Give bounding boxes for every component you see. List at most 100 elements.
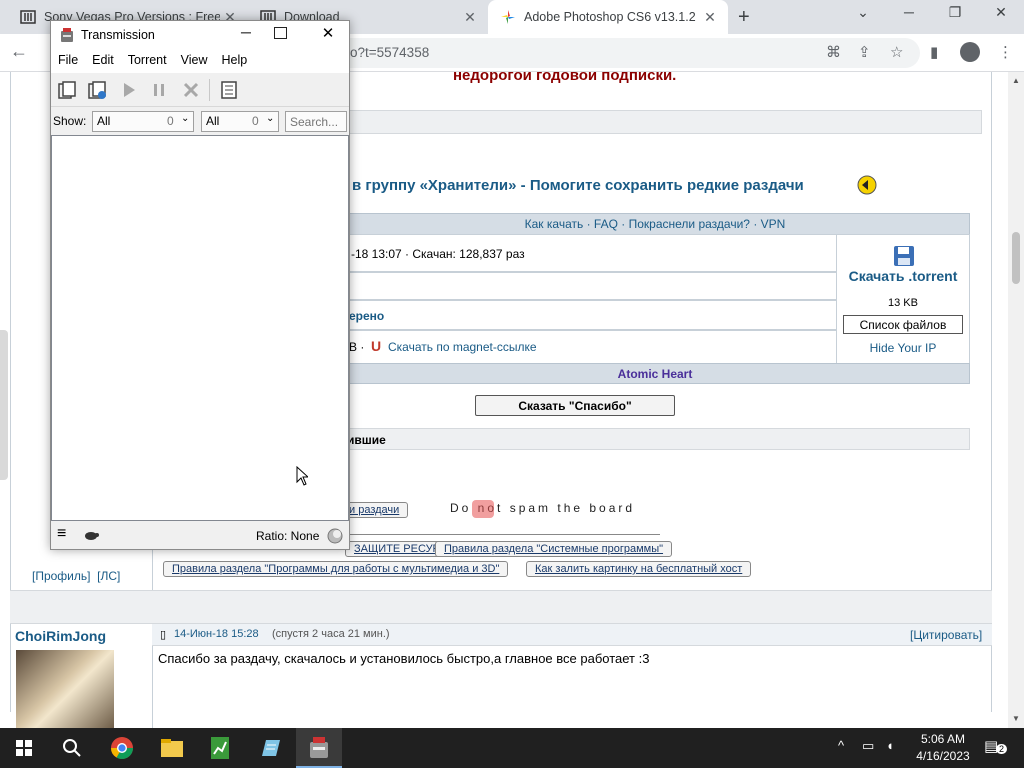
maximize-icon[interactable] bbox=[274, 27, 287, 39]
windows-start-icon[interactable] bbox=[10, 734, 38, 762]
divider bbox=[340, 534, 660, 535]
transmission-logo-icon bbox=[61, 28, 73, 42]
red-torrents-link[interactable]: Покраснели раздачи? bbox=[629, 217, 750, 231]
magnet-icon: U bbox=[371, 338, 382, 354]
scrollbar-thumb[interactable] bbox=[1012, 232, 1020, 284]
post-text: Спасибо за раздачу, скачалось и установи… bbox=[158, 651, 650, 666]
verified-status: ерено bbox=[349, 309, 385, 323]
close-window-icon[interactable]: ✕ bbox=[313, 24, 343, 42]
torrent-list[interactable] bbox=[51, 135, 349, 521]
mouse-cursor-icon bbox=[296, 466, 308, 486]
filter-value: All bbox=[97, 114, 111, 128]
magnet-link[interactable]: Скачать по magnet-ссылке bbox=[388, 340, 537, 354]
clock-time[interactable]: 5:06 AM bbox=[914, 732, 972, 746]
rules-button-partial[interactable]: и раздачи bbox=[340, 502, 409, 518]
menu-edit[interactable]: Edit bbox=[85, 49, 121, 73]
start-icon[interactable] bbox=[119, 80, 139, 100]
tray-overflow-icon[interactable]: ^ bbox=[838, 738, 844, 753]
turtle-icon[interactable] bbox=[83, 530, 99, 542]
filter-count: 0 bbox=[252, 114, 259, 128]
close-window-icon[interactable]: ✕ bbox=[978, 4, 1024, 21]
download-cell: Скачать .torrent 13 KB Список файлов Hid… bbox=[836, 234, 970, 364]
faq-link[interactable]: FAQ bbox=[594, 217, 618, 231]
scroll-up-icon[interactable]: ▲ bbox=[1012, 76, 1020, 85]
remove-icon[interactable] bbox=[181, 80, 201, 100]
filter-value: All bbox=[206, 114, 220, 128]
spreadsheet-icon[interactable] bbox=[206, 734, 234, 762]
stats-text: -18 13:07 · Скачан: 128,837 раз bbox=[351, 247, 525, 261]
minimize-icon[interactable]: ─ bbox=[231, 24, 261, 40]
new-tab-button[interactable]: + bbox=[738, 6, 758, 29]
keepers-link[interactable]: в группу «Хранители» - Помогите сохранит… bbox=[352, 177, 804, 194]
vpn-link[interactable]: VPN bbox=[761, 217, 786, 231]
minimize-icon[interactable]: ─ bbox=[886, 4, 932, 20]
post-date[interactable]: 14-Июн-18 15:28 bbox=[174, 628, 259, 640]
bookmark-star-icon[interactable]: ☆ bbox=[890, 43, 903, 61]
toolbar-divider bbox=[209, 79, 210, 101]
thanked-header-label: ившие bbox=[347, 433, 386, 447]
back-arrow-icon[interactable]: ← bbox=[10, 41, 28, 62]
file-list-button[interactable]: Список файлов bbox=[843, 315, 963, 334]
torrent-size: 13 KB bbox=[888, 297, 918, 309]
scroll-down-icon[interactable]: ▼ bbox=[1012, 714, 1020, 723]
profile-links[interactable]: [Профиль] [ЛС] bbox=[32, 569, 120, 583]
rules-button-system[interactable]: Правила раздела "Системные программы" bbox=[435, 541, 673, 557]
open-torrent-icon[interactable] bbox=[57, 80, 77, 100]
search-input[interactable] bbox=[285, 111, 347, 132]
clock-date[interactable]: 4/16/2023 bbox=[910, 749, 976, 763]
activity-filter-select[interactable]: All 0 ⌄ bbox=[92, 111, 194, 132]
tracker-filter-select[interactable]: All 0 ⌄ bbox=[201, 111, 279, 132]
page-scrollbar[interactable]: ▲ ▼ bbox=[1008, 72, 1024, 728]
side-panel-icon[interactable]: ▮ bbox=[930, 43, 938, 61]
size-text: В · bbox=[349, 340, 365, 354]
notepad-icon[interactable] bbox=[256, 734, 284, 762]
volume-icon[interactable]: ◖ bbox=[886, 738, 894, 753]
menu-view[interactable]: View bbox=[174, 49, 215, 73]
pause-icon[interactable] bbox=[149, 80, 169, 100]
tab-search-icon[interactable]: ⌄ bbox=[840, 4, 886, 21]
restore-icon[interactable]: ❐ bbox=[932, 4, 978, 21]
tab-photoshop[interactable]: Adobe Photoshop CS6 v13.1.2 Ex ✕ bbox=[488, 0, 728, 34]
properties-icon[interactable] bbox=[219, 80, 239, 100]
rules-button-image-host[interactable]: Как залить картинку на бесплатный хост bbox=[526, 561, 752, 577]
download-torrent-link[interactable]: Скачать .torrent bbox=[837, 269, 969, 283]
transmission-menu-bar: File Edit Torrent View Help bbox=[51, 49, 349, 73]
ratio-text: Ratio: None bbox=[256, 529, 320, 543]
back-arrow-circle-icon[interactable] bbox=[857, 175, 877, 195]
menu-torrent[interactable]: Torrent bbox=[121, 49, 174, 73]
help-nav-row: Как качать · FAQ · Покраснели раздачи? ·… bbox=[340, 213, 970, 235]
hide-ip-link[interactable]: Hide Your IP bbox=[837, 341, 969, 355]
chevron-down-icon: ⌄ bbox=[181, 113, 190, 124]
translate-icon[interactable]: ⌘ bbox=[826, 43, 841, 61]
separator: · bbox=[753, 217, 758, 231]
gray-bar bbox=[340, 110, 982, 134]
say-thanks-button[interactable]: Сказать "Спасибо" bbox=[475, 395, 675, 416]
post-header: ▯ 14-Июн-18 15:28 (спустя 2 часа 21 мин.… bbox=[152, 624, 992, 646]
transmission-status-bar: ≡ Ratio: None bbox=[51, 523, 349, 549]
side-panel-handle[interactable] bbox=[0, 330, 8, 480]
open-url-icon[interactable] bbox=[87, 80, 107, 100]
filter-count: 0 bbox=[167, 114, 174, 128]
menu-file[interactable]: File bbox=[51, 49, 85, 73]
window-title: Transmission bbox=[81, 28, 155, 42]
quote-link[interactable]: [Цитировать] bbox=[910, 628, 982, 642]
close-tab-icon[interactable]: ✕ bbox=[460, 9, 480, 26]
ratio-toggle-icon[interactable] bbox=[327, 528, 343, 544]
how-to-download-link[interactable]: Как качать bbox=[525, 217, 584, 231]
transmission-taskbar-button[interactable] bbox=[296, 728, 342, 768]
profile-avatar-icon[interactable] bbox=[960, 42, 980, 62]
close-tab-icon[interactable]: ✕ bbox=[700, 9, 720, 26]
search-icon[interactable] bbox=[58, 734, 86, 762]
network-icon[interactable]: ▭ bbox=[862, 738, 874, 754]
floppy-disk-icon[interactable] bbox=[893, 245, 915, 267]
hamburger-menu-icon[interactable]: ≡ bbox=[57, 525, 66, 543]
game-name-row: Atomic Heart bbox=[340, 363, 970, 384]
share-icon[interactable]: ⇪ bbox=[858, 43, 871, 61]
more-menu-icon[interactable]: ⋮ bbox=[998, 43, 1013, 61]
menu-help[interactable]: Help bbox=[214, 49, 254, 73]
rules-button-multimedia[interactable]: Правила раздела "Программы для работы с … bbox=[163, 561, 509, 577]
post-username[interactable]: ChoiRimJong bbox=[15, 628, 106, 644]
thanked-header: ившие bbox=[340, 428, 970, 450]
chrome-icon[interactable] bbox=[108, 734, 136, 762]
file-explorer-icon[interactable] bbox=[158, 734, 186, 762]
